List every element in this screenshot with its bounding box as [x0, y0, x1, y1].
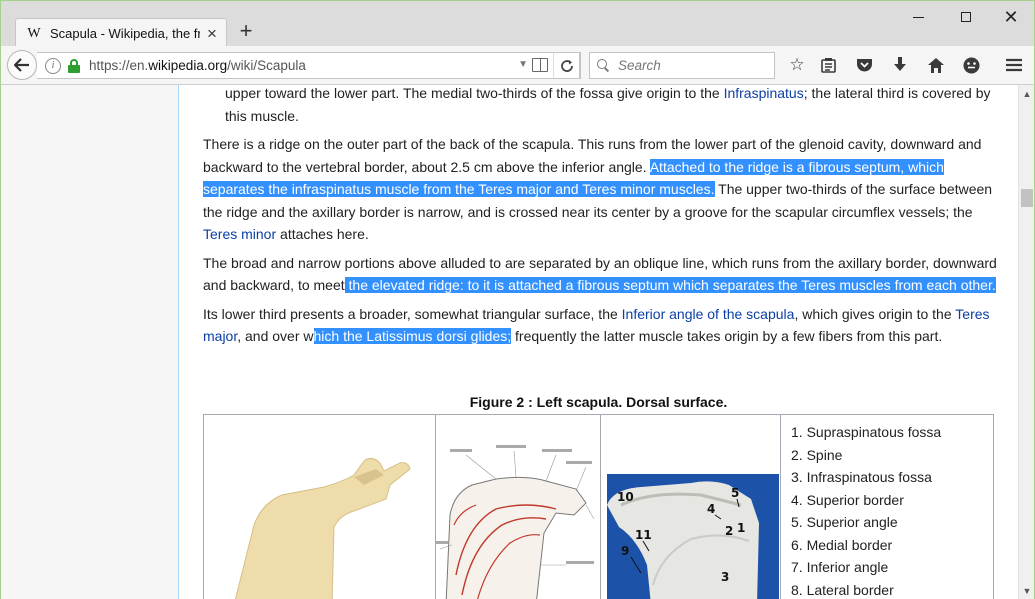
paragraph-2: The broad and narrow portions above allu… [203, 254, 997, 293]
photo-label: 3 [721, 570, 729, 584]
search-bar[interactable]: Search [589, 52, 775, 79]
feedback-icon[interactable] [961, 55, 981, 75]
minimize-button[interactable] [907, 7, 929, 27]
maximize-button[interactable] [955, 7, 977, 27]
photo-label: 2 [725, 524, 733, 538]
photo-label: 11 [635, 528, 652, 542]
legend-item: 7. Inferior angle [791, 559, 889, 575]
page-viewport: upper toward the lower part. The medial … [0, 85, 1018, 599]
scapula-render-image[interactable] [204, 415, 436, 599]
legend-item: 5. Superior angle [791, 514, 898, 530]
reload-icon [560, 59, 573, 72]
back-arrow-icon [14, 58, 29, 72]
pocket-icon[interactable] [854, 55, 874, 75]
photo-label: 4 [707, 502, 715, 516]
search-input[interactable]: Search [618, 58, 661, 73]
link-teres-minor[interactable]: Teres minor [203, 226, 276, 242]
figure-table: 10 5 4 11 2 1 9 3 1. Supraspinatous foss… [203, 414, 994, 599]
bookmark-star-icon[interactable]: ☆ [787, 55, 807, 75]
legend-link[interactable]: Lateral border [807, 582, 894, 598]
figure-legend: 1. Supraspinatous fossa 2. Spine 3. Infr… [791, 421, 941, 599]
legend-link[interactable]: Superior border [807, 492, 904, 508]
paragraph-0: upper toward the lower part. The medial … [225, 85, 991, 124]
scroll-up-icon[interactable]: ▲ [1019, 85, 1035, 102]
navigation-bar: i https://en.wikipedia.org/wiki/Scapula … [0, 46, 1035, 85]
legend-link[interactable]: Infraspinatous fossa [807, 469, 932, 485]
legend-item: 8. Lateral border [791, 581, 894, 598]
legend-item: 6. Medial border [791, 536, 893, 553]
search-icon [597, 59, 610, 72]
photo-label: 9 [621, 544, 629, 558]
legend-link[interactable]: Medial border [807, 537, 893, 553]
article-body: upper toward the lower part. The medial … [203, 85, 998, 354]
legend-item: 1. Supraspinatous fossa [791, 424, 942, 440]
reading-list-icon[interactable] [818, 55, 838, 75]
info-icon[interactable]: i [45, 57, 61, 74]
legend-link[interactable]: Spine [807, 447, 843, 463]
legend-link[interactable]: Superior angle [807, 514, 898, 530]
url-dropdown-icon[interactable]: ▼ [518, 59, 528, 70]
reload-button[interactable] [553, 52, 580, 79]
menu-icon[interactable] [1004, 55, 1024, 75]
reader-view-icon[interactable] [532, 58, 548, 72]
tab-scapula[interactable]: W Scapula - Wikipedia, the fr... × [15, 18, 227, 48]
home-icon[interactable] [926, 55, 946, 75]
link-infraspinatus[interactable]: Infraspinatus [724, 85, 804, 101]
selected-text[interactable]: the elevated ridge: to it is attached a … [344, 277, 996, 293]
paragraph-3: Its lower third presents a broader, some… [203, 305, 990, 344]
back-button[interactable] [7, 50, 37, 80]
legend-link[interactable]: Inferior angle [807, 559, 889, 575]
title-bar: W Scapula - Wikipedia, the fr... × + ✕ [0, 0, 1035, 48]
photo-label: 1 [737, 521, 745, 535]
figure-caption: Figure 2 : Left scapula. Dorsal surface. [469, 394, 728, 410]
legend-item: 3. Infraspinatous fossa [791, 469, 932, 485]
link-inferior-angle[interactable]: Inferior angle of the scapula [622, 306, 795, 322]
wikipedia-favicon-icon: W [27, 25, 41, 41]
url-text[interactable]: https://en.wikipedia.org/wiki/Scapula [89, 58, 306, 73]
wiki-sidebar [1, 85, 179, 599]
scroll-down-icon[interactable]: ▼ [1019, 582, 1035, 599]
scapula-photo-image[interactable]: 10 5 4 11 2 1 9 3 [601, 415, 781, 599]
legend-link[interactable]: Supraspinatous fossa [807, 424, 942, 440]
legend-item: 4. Superior border [791, 491, 904, 508]
url-bar[interactable]: i https://en.wikipedia.org/wiki/Scapula … [37, 52, 581, 79]
lock-icon[interactable] [68, 58, 80, 73]
tab-title: Scapula - Wikipedia, the fr... [50, 26, 200, 41]
new-tab-button[interactable]: + [235, 20, 257, 43]
selected-text[interactable]: hich the Latissimus dorsi glides; [313, 328, 512, 344]
scrollbar-thumb[interactable] [1021, 189, 1033, 207]
legend-item: 2. Spine [791, 446, 843, 463]
photo-label: 10 [617, 490, 634, 504]
tab-close-icon[interactable]: × [204, 24, 220, 43]
scapula-drawing-image[interactable] [436, 415, 601, 599]
photo-label: 5 [731, 486, 739, 500]
close-window-button[interactable]: ✕ [1000, 7, 1022, 27]
vertical-scrollbar[interactable]: ▲ ▼ [1018, 85, 1035, 599]
paragraph-1: There is a ridge on the outer part of th… [203, 136, 993, 242]
download-icon[interactable] [890, 55, 910, 75]
